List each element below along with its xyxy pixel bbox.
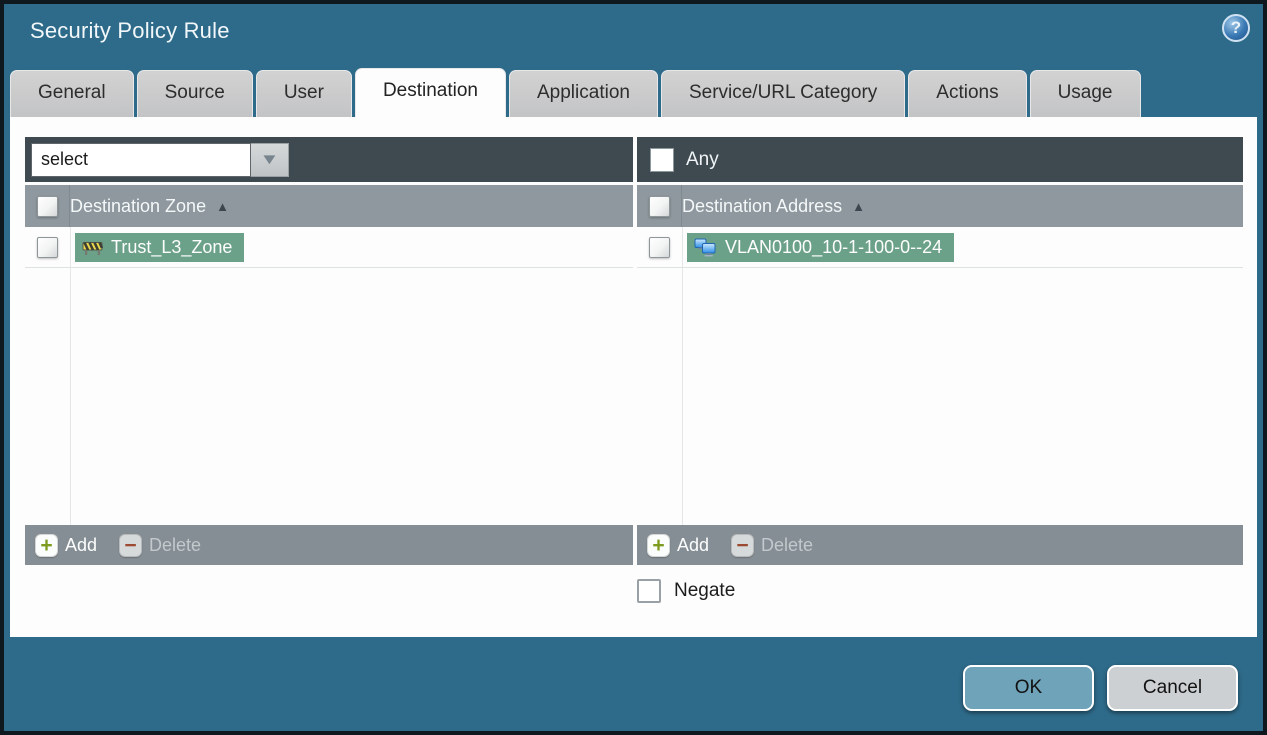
address-header-checkbox-cell <box>637 185 682 227</box>
zone-row-checkbox[interactable] <box>37 236 58 258</box>
tab-user[interactable]: User <box>255 70 352 117</box>
security-policy-rule-dialog: Security Policy Rule ? General Source Us… <box>0 0 1267 735</box>
cancel-button[interactable]: Cancel <box>1107 665 1238 711</box>
address-column-header[interactable]: Destination Address ▲ <box>637 185 1243 227</box>
zone-icon <box>82 239 103 256</box>
negate-label: Negate <box>674 580 736 601</box>
table-row[interactable]: Trust_L3_Zone <box>25 227 633 268</box>
sort-asc-icon: ▲ <box>852 198 865 214</box>
address-row-checkbox-cell <box>637 227 682 267</box>
address-select-all-checkbox[interactable] <box>648 195 670 217</box>
column-divider <box>70 227 71 525</box>
delete-zone-button[interactable]: − Delete <box>119 533 202 557</box>
address-toolbar: + Add − Delete <box>637 525 1243 565</box>
address-table-body: VLAN0100_10-1-100-0--24 <box>637 227 1243 525</box>
zone-filter-bar: ▼ <box>25 137 633 182</box>
tab-bar: General Source User Destination Applicat… <box>10 66 1141 117</box>
column-divider <box>682 227 683 525</box>
add-icon: + <box>35 533 58 557</box>
add-address-button[interactable]: + Add <box>647 533 710 557</box>
zone-header-checkbox-cell <box>25 185 70 227</box>
zone-select-input[interactable] <box>31 142 251 177</box>
add-zone-label: Add <box>65 534 98 555</box>
tab-service-url-category[interactable]: Service/URL Category <box>660 70 906 117</box>
zone-item-label: Trust_L3_Zone <box>111 236 233 257</box>
negate-checkbox[interactable] <box>637 579 661 603</box>
address-item-chip[interactable]: VLAN0100_10-1-100-0--24 <box>687 232 955 262</box>
tab-usage[interactable]: Usage <box>1029 70 1141 117</box>
network-icon <box>694 238 717 257</box>
add-zone-button[interactable]: + Add <box>35 533 98 557</box>
tab-source[interactable]: Source <box>136 70 253 117</box>
chevron-down-icon: ▼ <box>259 151 280 168</box>
zone-table-body: Trust_L3_Zone <box>25 227 633 525</box>
add-address-label: Add <box>677 534 710 555</box>
delete-address-button[interactable]: − Delete <box>731 533 814 557</box>
zone-item-chip[interactable]: Trust_L3_Zone <box>75 232 245 262</box>
address-row-checkbox[interactable] <box>649 236 670 258</box>
add-icon: + <box>647 533 670 557</box>
help-icon[interactable]: ? <box>1222 14 1250 42</box>
tab-destination[interactable]: Destination <box>354 68 506 117</box>
address-column-header-label: Destination Address <box>682 195 843 216</box>
delete-address-label: Delete <box>761 534 814 555</box>
any-checkbox[interactable] <box>650 147 674 172</box>
address-item-label: VLAN0100_10-1-100-0--24 <box>725 236 943 257</box>
zone-row-checkbox-cell <box>25 227 70 267</box>
delete-icon: − <box>119 533 143 557</box>
zone-select-all-checkbox[interactable] <box>36 195 58 217</box>
tab-actions[interactable]: Actions <box>908 70 1027 117</box>
zone-column-header-label: Destination Zone <box>70 195 207 216</box>
tab-general[interactable]: General <box>10 70 134 117</box>
ok-button[interactable]: OK <box>963 665 1094 711</box>
delete-icon: − <box>731 533 755 557</box>
any-label: Any <box>686 148 719 170</box>
zone-toolbar: + Add − Delete <box>25 525 633 565</box>
tab-application[interactable]: Application <box>509 70 658 117</box>
sort-asc-icon: ▲ <box>216 198 229 214</box>
zone-column-header[interactable]: Destination Zone ▲ <box>25 185 633 227</box>
destination-address-panel: Any Destination Address ▲ VLAN0100_10-1-… <box>637 137 1243 565</box>
zone-select-combo: ▼ <box>31 142 289 177</box>
destination-zone-panel: ▼ Destination Zone ▲ <box>25 137 633 565</box>
delete-zone-label: Delete <box>149 534 202 555</box>
table-row[interactable]: VLAN0100_10-1-100-0--24 <box>637 227 1243 268</box>
negate-option: Negate <box>637 579 735 603</box>
dialog-title: Security Policy Rule <box>30 18 230 43</box>
destination-tab-panel: ▼ Destination Zone ▲ <box>10 117 1257 637</box>
zone-select-dropdown-button[interactable]: ▼ <box>251 142 289 177</box>
any-bar: Any <box>637 137 1243 182</box>
